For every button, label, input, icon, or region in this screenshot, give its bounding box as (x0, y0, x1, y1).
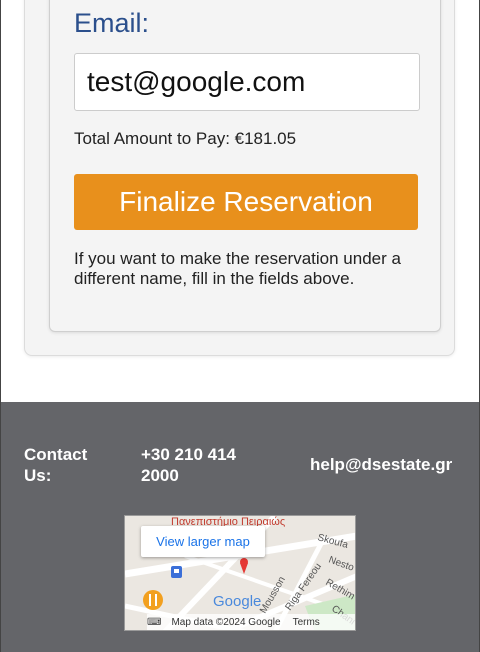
finalize-reservation-button[interactable]: Finalize Reservation (74, 174, 418, 230)
transit-icon (171, 566, 182, 578)
reservation-form: Email: Total Amount to Pay: €181.05 Fina… (49, 0, 441, 332)
total-amount: Total Amount to Pay: €181.05 (74, 129, 297, 148)
reservation-note: If you want to make the reservation unde… (74, 249, 401, 288)
reservation-card: Email: Total Amount to Pay: €181.05 Fina… (24, 0, 455, 356)
phone-number[interactable]: +30 210 414 2000 (141, 444, 261, 486)
google-logo: Google (213, 593, 261, 610)
view-larger-map-link[interactable]: View larger map (141, 526, 265, 557)
email-label: Email: (74, 8, 150, 38)
contact-email-link[interactable]: help@dsestate.gr (310, 455, 452, 475)
embedded-map[interactable]: Πανεπιστήμιο Πειραιώς Skoufa Nesto Rethi… (124, 515, 356, 631)
contact-label: Contact Us: (24, 445, 88, 485)
keyboard-icon[interactable]: ⌨ (147, 617, 161, 628)
email-field[interactable] (74, 53, 420, 111)
map-attribution-bar: ⌨ Map data ©2024 Google Terms (147, 614, 355, 630)
footer: Contact Us: +30 210 414 2000 help@dsesta… (1, 402, 479, 652)
map-terms-link[interactable]: Terms (293, 617, 320, 628)
restaurant-icon (143, 590, 163, 610)
map-attribution: Map data ©2024 Google (171, 617, 281, 628)
